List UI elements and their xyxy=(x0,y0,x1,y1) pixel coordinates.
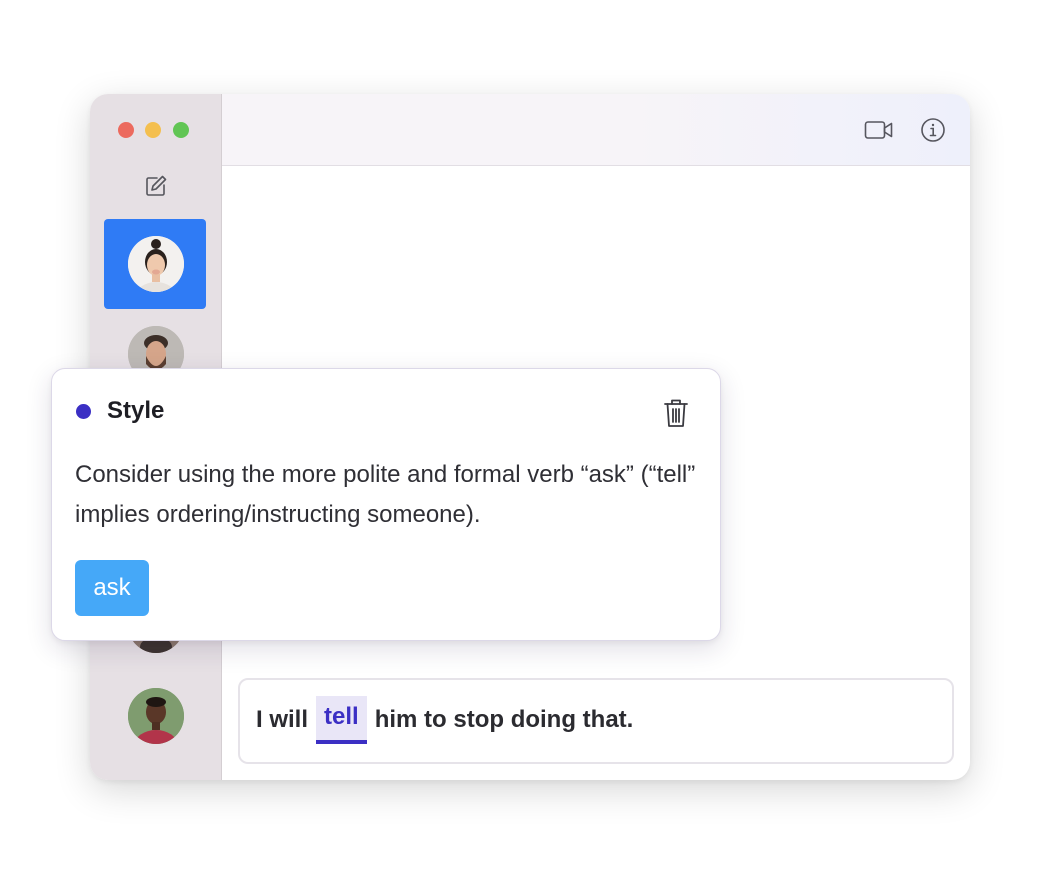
message-text[interactable]: I will tell him to stop doing that. xyxy=(256,692,633,748)
suggestion-message: Consider using the more polite and forma… xyxy=(75,461,696,528)
text-after-flag: him to stop doing that. xyxy=(374,706,634,733)
toolbar xyxy=(222,94,970,166)
maximize-window-button[interactable] xyxy=(173,122,189,138)
suggestion-category: Style xyxy=(107,397,165,424)
minimize-window-button[interactable] xyxy=(145,122,161,138)
apply-suggestion-button[interactable]: ask xyxy=(75,560,149,616)
avatar[interactable] xyxy=(128,688,184,744)
info-icon[interactable] xyxy=(920,117,946,143)
close-window-button[interactable] xyxy=(118,122,134,138)
category-dot xyxy=(76,404,91,419)
avatar-photo-1 xyxy=(128,236,184,292)
avatar[interactable] xyxy=(128,236,184,292)
trash-icon[interactable] xyxy=(662,397,690,429)
video-icon[interactable] xyxy=(864,117,894,143)
flagged-word[interactable]: tell xyxy=(316,696,367,744)
avatar-photo-4 xyxy=(128,688,184,744)
text-before-flag: I will xyxy=(256,706,309,733)
message-input[interactable]: I will tell him to stop doing that. xyxy=(238,678,954,764)
suggestion-card: Style Consider using the more polite and… xyxy=(51,368,721,641)
compose-icon[interactable] xyxy=(144,174,168,198)
